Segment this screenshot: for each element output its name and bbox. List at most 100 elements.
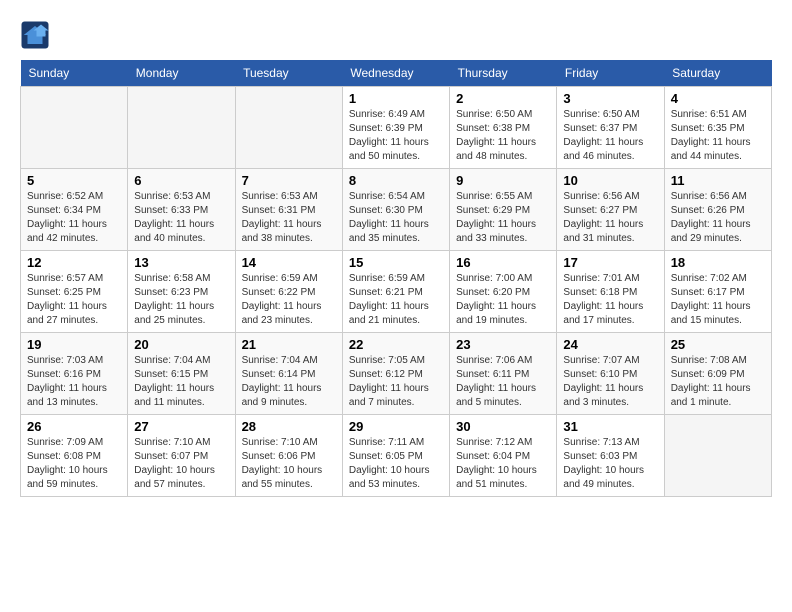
calendar-header-friday: Friday [557,60,664,87]
day-number: 26 [27,419,121,434]
day-info: Sunrise: 7:13 AMSunset: 6:03 PMDaylight:… [563,436,657,492]
calendar-cell: 16 Sunrise: 7:00 AMSunset: 6:20 PMDaylig… [450,251,557,333]
day-info: Sunrise: 7:10 AMSunset: 6:06 PMDaylight:… [242,436,336,492]
day-number: 11 [671,173,765,188]
calendar-header-wednesday: Wednesday [342,60,449,87]
calendar-cell [664,415,771,497]
logo-icon [20,20,50,50]
calendar-cell: 24 Sunrise: 7:07 AMSunset: 6:10 PMDaylig… [557,333,664,415]
calendar-cell: 6 Sunrise: 6:53 AMSunset: 6:33 PMDayligh… [128,169,235,251]
day-number: 16 [456,255,550,270]
day-info: Sunrise: 7:12 AMSunset: 6:04 PMDaylight:… [456,436,550,492]
day-number: 9 [456,173,550,188]
day-info: Sunrise: 6:53 AMSunset: 6:31 PMDaylight:… [242,190,336,246]
day-info: Sunrise: 6:52 AMSunset: 6:34 PMDaylight:… [27,190,121,246]
day-info: Sunrise: 7:03 AMSunset: 6:16 PMDaylight:… [27,354,121,410]
calendar-cell [128,87,235,169]
day-info: Sunrise: 6:50 AMSunset: 6:37 PMDaylight:… [563,108,657,164]
calendar-cell: 17 Sunrise: 7:01 AMSunset: 6:18 PMDaylig… [557,251,664,333]
calendar-week-1: 1 Sunrise: 6:49 AMSunset: 6:39 PMDayligh… [21,87,772,169]
day-info: Sunrise: 7:02 AMSunset: 6:17 PMDaylight:… [671,272,765,328]
page-header [20,20,772,50]
day-number: 29 [349,419,443,434]
calendar-cell: 2 Sunrise: 6:50 AMSunset: 6:38 PMDayligh… [450,87,557,169]
day-info: Sunrise: 6:51 AMSunset: 6:35 PMDaylight:… [671,108,765,164]
calendar-week-5: 26 Sunrise: 7:09 AMSunset: 6:08 PMDaylig… [21,415,772,497]
calendar-cell: 29 Sunrise: 7:11 AMSunset: 6:05 PMDaylig… [342,415,449,497]
calendar-header-monday: Monday [128,60,235,87]
calendar-cell: 9 Sunrise: 6:55 AMSunset: 6:29 PMDayligh… [450,169,557,251]
calendar-cell: 15 Sunrise: 6:59 AMSunset: 6:21 PMDaylig… [342,251,449,333]
calendar-cell: 20 Sunrise: 7:04 AMSunset: 6:15 PMDaylig… [128,333,235,415]
day-number: 14 [242,255,336,270]
calendar-header-sunday: Sunday [21,60,128,87]
day-number: 19 [27,337,121,352]
day-number: 1 [349,91,443,106]
day-number: 27 [134,419,228,434]
calendar-cell: 28 Sunrise: 7:10 AMSunset: 6:06 PMDaylig… [235,415,342,497]
calendar-cell: 23 Sunrise: 7:06 AMSunset: 6:11 PMDaylig… [450,333,557,415]
calendar-cell [235,87,342,169]
calendar-body: 1 Sunrise: 6:49 AMSunset: 6:39 PMDayligh… [21,87,772,497]
day-info: Sunrise: 6:57 AMSunset: 6:25 PMDaylight:… [27,272,121,328]
day-number: 7 [242,173,336,188]
calendar-cell: 27 Sunrise: 7:10 AMSunset: 6:07 PMDaylig… [128,415,235,497]
calendar-week-3: 12 Sunrise: 6:57 AMSunset: 6:25 PMDaylig… [21,251,772,333]
calendar-week-4: 19 Sunrise: 7:03 AMSunset: 6:16 PMDaylig… [21,333,772,415]
calendar-week-2: 5 Sunrise: 6:52 AMSunset: 6:34 PMDayligh… [21,169,772,251]
day-number: 20 [134,337,228,352]
calendar-cell: 13 Sunrise: 6:58 AMSunset: 6:23 PMDaylig… [128,251,235,333]
day-number: 3 [563,91,657,106]
calendar-cell: 4 Sunrise: 6:51 AMSunset: 6:35 PMDayligh… [664,87,771,169]
day-number: 31 [563,419,657,434]
day-number: 5 [27,173,121,188]
day-info: Sunrise: 7:04 AMSunset: 6:14 PMDaylight:… [242,354,336,410]
calendar-cell: 30 Sunrise: 7:12 AMSunset: 6:04 PMDaylig… [450,415,557,497]
day-info: Sunrise: 7:06 AMSunset: 6:11 PMDaylight:… [456,354,550,410]
day-number: 28 [242,419,336,434]
day-number: 10 [563,173,657,188]
day-info: Sunrise: 6:56 AMSunset: 6:26 PMDaylight:… [671,190,765,246]
day-info: Sunrise: 6:49 AMSunset: 6:39 PMDaylight:… [349,108,443,164]
calendar-cell: 1 Sunrise: 6:49 AMSunset: 6:39 PMDayligh… [342,87,449,169]
day-info: Sunrise: 7:00 AMSunset: 6:20 PMDaylight:… [456,272,550,328]
day-info: Sunrise: 6:56 AMSunset: 6:27 PMDaylight:… [563,190,657,246]
calendar-header-row: SundayMondayTuesdayWednesdayThursdayFrid… [21,60,772,87]
day-number: 23 [456,337,550,352]
calendar-cell: 21 Sunrise: 7:04 AMSunset: 6:14 PMDaylig… [235,333,342,415]
day-number: 8 [349,173,443,188]
calendar-header-tuesday: Tuesday [235,60,342,87]
day-info: Sunrise: 7:10 AMSunset: 6:07 PMDaylight:… [134,436,228,492]
calendar-cell: 22 Sunrise: 7:05 AMSunset: 6:12 PMDaylig… [342,333,449,415]
calendar-cell: 18 Sunrise: 7:02 AMSunset: 6:17 PMDaylig… [664,251,771,333]
day-info: Sunrise: 6:50 AMSunset: 6:38 PMDaylight:… [456,108,550,164]
day-info: Sunrise: 7:11 AMSunset: 6:05 PMDaylight:… [349,436,443,492]
day-number: 22 [349,337,443,352]
day-info: Sunrise: 7:05 AMSunset: 6:12 PMDaylight:… [349,354,443,410]
calendar-cell: 14 Sunrise: 6:59 AMSunset: 6:22 PMDaylig… [235,251,342,333]
day-info: Sunrise: 6:59 AMSunset: 6:22 PMDaylight:… [242,272,336,328]
calendar-table: SundayMondayTuesdayWednesdayThursdayFrid… [20,60,772,497]
day-number: 18 [671,255,765,270]
calendar-cell: 25 Sunrise: 7:08 AMSunset: 6:09 PMDaylig… [664,333,771,415]
day-info: Sunrise: 7:01 AMSunset: 6:18 PMDaylight:… [563,272,657,328]
day-number: 2 [456,91,550,106]
day-number: 17 [563,255,657,270]
calendar-cell [21,87,128,169]
day-info: Sunrise: 6:54 AMSunset: 6:30 PMDaylight:… [349,190,443,246]
calendar-cell: 8 Sunrise: 6:54 AMSunset: 6:30 PMDayligh… [342,169,449,251]
day-number: 24 [563,337,657,352]
calendar-cell: 19 Sunrise: 7:03 AMSunset: 6:16 PMDaylig… [21,333,128,415]
calendar-cell: 12 Sunrise: 6:57 AMSunset: 6:25 PMDaylig… [21,251,128,333]
calendar-header-thursday: Thursday [450,60,557,87]
day-number: 30 [456,419,550,434]
day-info: Sunrise: 7:07 AMSunset: 6:10 PMDaylight:… [563,354,657,410]
day-info: Sunrise: 6:53 AMSunset: 6:33 PMDaylight:… [134,190,228,246]
logo [20,20,54,50]
day-number: 21 [242,337,336,352]
day-info: Sunrise: 6:58 AMSunset: 6:23 PMDaylight:… [134,272,228,328]
calendar-cell: 11 Sunrise: 6:56 AMSunset: 6:26 PMDaylig… [664,169,771,251]
day-number: 6 [134,173,228,188]
day-info: Sunrise: 7:04 AMSunset: 6:15 PMDaylight:… [134,354,228,410]
calendar-cell: 31 Sunrise: 7:13 AMSunset: 6:03 PMDaylig… [557,415,664,497]
